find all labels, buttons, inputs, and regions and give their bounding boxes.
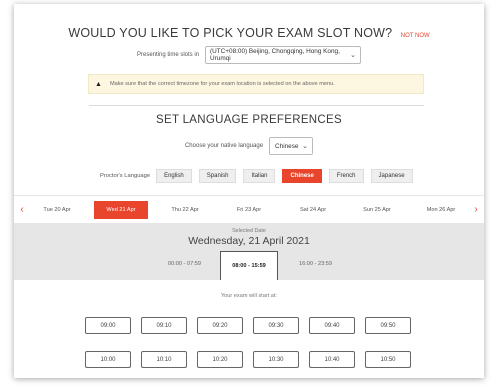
warning-text: Make sure that the correct timezone for … xyxy=(109,81,335,87)
time-slot-row-1: 09:00 09:10 09:20 09:30 09:40 09:50 xyxy=(85,317,425,334)
selected-date-label: Selected Date xyxy=(232,228,266,234)
start-time-label: Your exam will start at: xyxy=(220,293,278,299)
selected-date: Wednesday, 21 April 2021 xyxy=(188,235,310,247)
date-strip: ‹ Tue 20 Apr Wed 21 Apr Thu 22 Apr Fri 2… xyxy=(14,195,484,224)
time-slot-button[interactable]: 10:30 xyxy=(253,351,299,368)
timezone-warning: ▲ Make sure that the correct timezone fo… xyxy=(88,74,424,94)
chevron-down-icon: ⌄ xyxy=(302,143,309,150)
lang-italian-button[interactable]: Italian xyxy=(243,169,276,183)
header: WOULD YOU LIKE TO PICK YOUR EXAM SLOT NO… xyxy=(14,24,484,42)
time-slot-button[interactable]: 10:40 xyxy=(309,351,355,368)
date-tab-selected[interactable]: Wed 21 Apr xyxy=(94,200,148,219)
time-slot-button[interactable]: 09:30 xyxy=(253,317,299,334)
time-slot-button[interactable]: 09:50 xyxy=(365,317,411,334)
chevron-down-icon: ⌄ xyxy=(350,52,357,59)
time-slot-button[interactable]: 09:20 xyxy=(197,317,243,334)
divider xyxy=(89,105,424,106)
native-language-select[interactable]: Chinese ⌄ xyxy=(269,137,314,155)
page-title: WOULD YOU LIKE TO PICK YOUR EXAM SLOT NO… xyxy=(68,26,393,40)
date-tab[interactable]: Sun 25 Apr xyxy=(350,201,404,219)
date-tab[interactable]: Tue 20 Apr xyxy=(30,201,84,219)
native-language-value: Chinese xyxy=(275,142,299,150)
time-slot-button[interactable]: 10:20 xyxy=(197,351,243,368)
time-slot-button[interactable]: 09:00 xyxy=(85,317,131,334)
time-range-tab[interactable]: 16:00 - 23:59 xyxy=(299,261,332,267)
native-language-label: Choose your native language xyxy=(184,143,264,149)
date-tab[interactable]: Fri 23 Apr xyxy=(222,201,276,219)
proctor-language-row: Proctor's Language English Spanish Itali… xyxy=(100,169,420,183)
language-title: SET LANGUAGE PREFERENCES xyxy=(156,114,342,126)
native-language-row: Choose your native language Chinese ⌄ xyxy=(14,137,484,155)
chevron-left-icon[interactable]: ‹ xyxy=(14,204,30,215)
lang-english-button[interactable]: English xyxy=(156,169,192,183)
lang-chinese-button[interactable]: Chinese xyxy=(282,169,322,183)
timezone-select[interactable]: (UTC+08:00) Beijing, Chongqing, Hong Kon… xyxy=(205,46,362,64)
not-now-link[interactable]: NOT NOW xyxy=(401,33,430,39)
date-tab[interactable]: Thu 22 Apr xyxy=(158,201,212,219)
time-slot-button[interactable]: 09:10 xyxy=(141,317,187,334)
time-slot-button[interactable]: 10:10 xyxy=(141,351,187,368)
timezone-label: Presenting time slots in xyxy=(136,52,200,58)
selected-date-band: Selected Date Wednesday, 21 April 2021 0… xyxy=(14,224,484,280)
time-slot-button[interactable]: 10:50 xyxy=(365,351,411,368)
timezone-value: (UTC+08:00) Beijing, Chongqing, Hong Kon… xyxy=(210,48,340,62)
chevron-right-icon[interactable]: › xyxy=(468,204,484,215)
time-slot-button[interactable]: 09:40 xyxy=(309,317,355,334)
time-slot-row-2: 10:00 10:10 10:20 10:30 10:40 10:50 xyxy=(85,351,425,368)
date-tab[interactable]: Mon 26 Apr xyxy=(414,201,468,219)
date-tabs: Tue 20 Apr Wed 21 Apr Thu 22 Apr Fri 23 … xyxy=(30,200,468,219)
proctor-language-label: Proctor's Language xyxy=(100,173,151,179)
lang-french-button[interactable]: French xyxy=(328,169,364,183)
time-slot-button[interactable]: 10:00 xyxy=(85,351,131,368)
exam-slot-panel: WOULD YOU LIKE TO PICK YOUR EXAM SLOT NO… xyxy=(14,4,484,378)
time-range-tabs: 00:00 - 07:59 08:00 - 15:59 16:00 - 23:5… xyxy=(14,251,484,280)
warning-icon: ▲ xyxy=(95,80,102,88)
timezone-row: Presenting time slots in (UTC+08:00) Bei… xyxy=(14,46,484,64)
time-range-tab[interactable]: 00:00 - 07:59 xyxy=(168,261,201,267)
time-range-tab-selected[interactable]: 08:00 - 15:59 xyxy=(220,251,278,280)
lang-japanese-button[interactable]: Japanese xyxy=(370,169,413,183)
lang-spanish-button[interactable]: Spanish xyxy=(198,169,237,183)
date-tab[interactable]: Sat 24 Apr xyxy=(286,201,340,219)
